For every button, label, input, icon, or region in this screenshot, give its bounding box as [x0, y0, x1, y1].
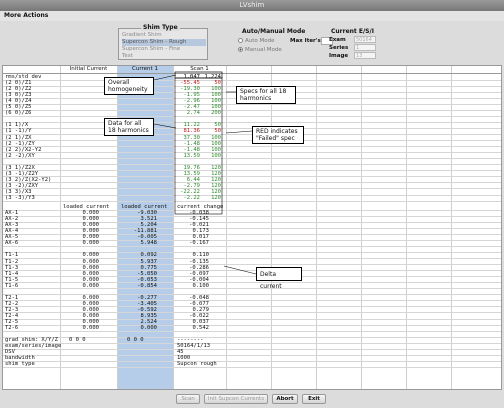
coil-label: T1-6	[5, 282, 19, 289]
coil-loaded-current: -0.854	[137, 282, 157, 289]
esi-label: Current E/S/I	[331, 28, 374, 35]
coil-label: T2-6	[5, 325, 19, 332]
esi-group: Current E/S/I Exam 50164 Series 1 Image …	[327, 28, 377, 60]
image-label: Image	[329, 53, 349, 59]
coil-loaded-current: 0.000	[140, 325, 157, 332]
mode-label: Auto/Manual Mode	[242, 28, 306, 35]
harmonic-value: 2.74	[186, 110, 200, 117]
exam-field[interactable]: 50164	[354, 36, 376, 43]
image-field[interactable]: 13	[354, 52, 376, 59]
coil-current-change: -0.167	[189, 240, 209, 247]
coil-label: AX-6	[5, 240, 19, 247]
auto-mode-radio[interactable]: Auto Mode	[238, 38, 275, 44]
init-supcon-button[interactable]: Init Supcon Currents	[204, 394, 268, 404]
harmonic-label: (2 -2)/XY	[5, 152, 35, 159]
manual-mode-label: Manual Mode	[245, 47, 282, 53]
exam-label: Exam	[329, 37, 346, 43]
harmonic-spec: 100	[211, 152, 221, 159]
header-initial-current: Initial Current	[69, 66, 108, 72]
radio-icon	[238, 38, 243, 43]
harmonic-spec: 200	[211, 110, 221, 117]
manual-mode-radio[interactable]: Manual Mode	[238, 47, 282, 53]
shim-option-gradient[interactable]: Gradient Shim	[122, 32, 206, 39]
coil-initial-current: 0.000	[82, 282, 99, 289]
scan-button[interactable]: Scan	[176, 394, 200, 404]
header-scan-1: Scan 1	[190, 66, 209, 72]
max-iter-label: Max Iter's:	[290, 38, 323, 44]
harmonic-label: (3 -3)/Y3	[5, 195, 35, 201]
footer-label: shim type	[5, 361, 35, 368]
callout-homogeneity: Overall homogeneity	[104, 77, 154, 95]
coil-current-change: 0.542	[192, 325, 209, 332]
series-label: Series	[329, 45, 349, 51]
harmonic-value: -2.22	[183, 195, 200, 201]
auto-mode-label: Auto Mode	[245, 38, 275, 44]
callout-data: Data for all 18 harmonics	[104, 118, 154, 136]
shim-option-test[interactable]: Test	[122, 53, 206, 60]
harmonic-spec: 120	[211, 195, 221, 201]
footer-value: Supcon rough	[177, 361, 217, 368]
callout-specs: Specs for all 18 harmonics	[236, 86, 296, 104]
harmonic-value: 13.59	[183, 152, 200, 159]
exit-button[interactable]: Exit	[302, 394, 326, 404]
abort-button[interactable]: Abort	[272, 394, 298, 404]
shim-option-supercon-rough[interactable]: Supercon Shim - Rough	[122, 39, 206, 46]
shim-option-supercon-fine[interactable]: Supercon Shim - Fine	[122, 46, 206, 53]
footer-current: 0 0 0	[127, 337, 144, 344]
results-table[interactable]: Initial Current Current 1 Scan 1 rms/std…	[2, 65, 502, 390]
header-current-1: Current 1	[132, 66, 158, 72]
shim-type-list[interactable]: Shim Type Gradient Shim Supercon Shim - …	[118, 24, 208, 60]
harmonic-label: (6 0)/Z6	[5, 110, 32, 117]
coil-initial-current: 0.000	[82, 325, 99, 332]
footer-initial: 0 0 0	[69, 337, 86, 344]
callout-delta-current: Delta current	[256, 267, 302, 290]
coil-current-change: 0.100	[192, 282, 209, 289]
coil-initial-current: 0.000	[82, 240, 99, 247]
window-title: LVshim	[0, 0, 504, 11]
radio-selected-icon	[238, 47, 243, 52]
coil-loaded-current: 5.948	[140, 240, 157, 247]
shim-type-label: Shim Type	[141, 24, 180, 31]
menu-more-actions[interactable]: More Actions	[0, 11, 504, 21]
series-field[interactable]: 1	[354, 44, 376, 51]
callout-red-failed: RED indicates "Failed" spec	[252, 126, 304, 144]
